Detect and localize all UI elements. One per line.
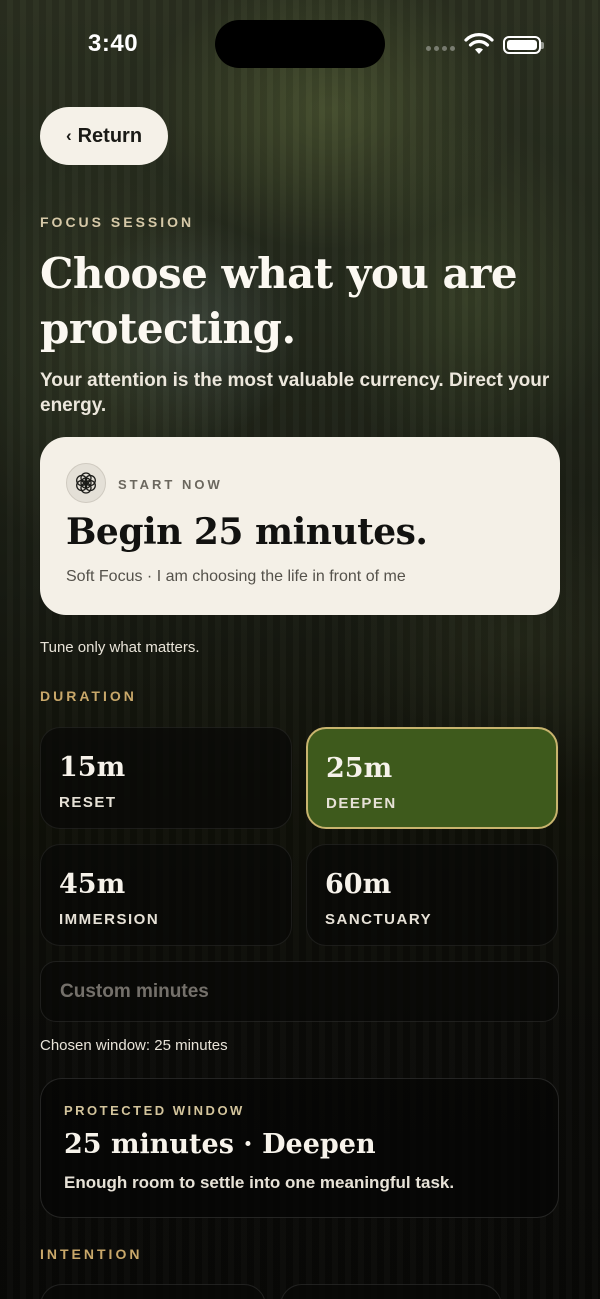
duration-option-15m[interactable]: 15m RESET — [40, 727, 292, 829]
return-button[interactable]: ‹ Return — [40, 107, 168, 165]
custom-minutes-input[interactable] — [40, 961, 559, 1022]
flower-of-life-icon — [66, 463, 106, 503]
protected-window-card: PROTECTED WINDOW 25 minutes · Deepen Eno… — [40, 1078, 559, 1218]
duration-value: 15m — [59, 752, 126, 783]
duration-label: DURATION — [40, 688, 137, 704]
intention-option[interactable] — [40, 1284, 266, 1299]
start-now-title: Begin 25 minutes. — [66, 511, 428, 553]
page-subtitle: Your attention is the most valuable curr… — [40, 370, 550, 416]
duration-name: SANCTUARY — [325, 911, 433, 928]
duration-option-60m[interactable]: 60m SANCTUARY — [306, 844, 558, 946]
protected-window-label: PROTECTED WINDOW — [64, 1103, 245, 1118]
screen: 3:40 ‹ Return FOCUS SESSION Choose what … — [0, 0, 600, 1299]
cellular-signal-icon — [426, 46, 456, 52]
start-now-card[interactable]: START NOW Begin 25 minutes. Soft Focus ·… — [40, 437, 560, 615]
status-time: 3:40 — [88, 30, 139, 57]
protected-window-title: 25 minutes · Deepen — [64, 1129, 376, 1160]
chevron-left-icon: ‹ — [65, 126, 72, 145]
battery-icon — [503, 36, 544, 54]
start-now-subtitle: Soft Focus · I am choosing the life in f… — [66, 568, 406, 585]
duration-name: RESET — [59, 794, 117, 811]
tune-hint: Tune only what matters. — [40, 639, 200, 656]
duration-value: 25m — [326, 753, 393, 784]
protected-window-description: Enough room to settle into one meaningfu… — [64, 1173, 455, 1192]
duration-value: 45m — [59, 869, 126, 900]
start-now-label: START NOW — [118, 477, 223, 492]
intention-label: INTENTION — [40, 1246, 143, 1262]
duration-option-25m[interactable]: 25m DEEPEN — [306, 727, 558, 829]
page-title: Choose what you are protecting. — [40, 249, 518, 353]
intention-option[interactable] — [280, 1284, 502, 1299]
duration-name: IMMERSION — [59, 911, 160, 928]
duration-value: 60m — [325, 869, 392, 900]
chosen-window-text: Chosen window: 25 minutes — [40, 1037, 228, 1054]
return-button-label: Return — [77, 124, 143, 147]
duration-option-45m[interactable]: 45m IMMERSION — [40, 844, 292, 946]
section-kicker: FOCUS SESSION — [40, 214, 195, 230]
dynamic-island — [215, 20, 385, 68]
duration-name: DEEPEN — [326, 795, 397, 812]
wifi-icon — [464, 33, 494, 54]
